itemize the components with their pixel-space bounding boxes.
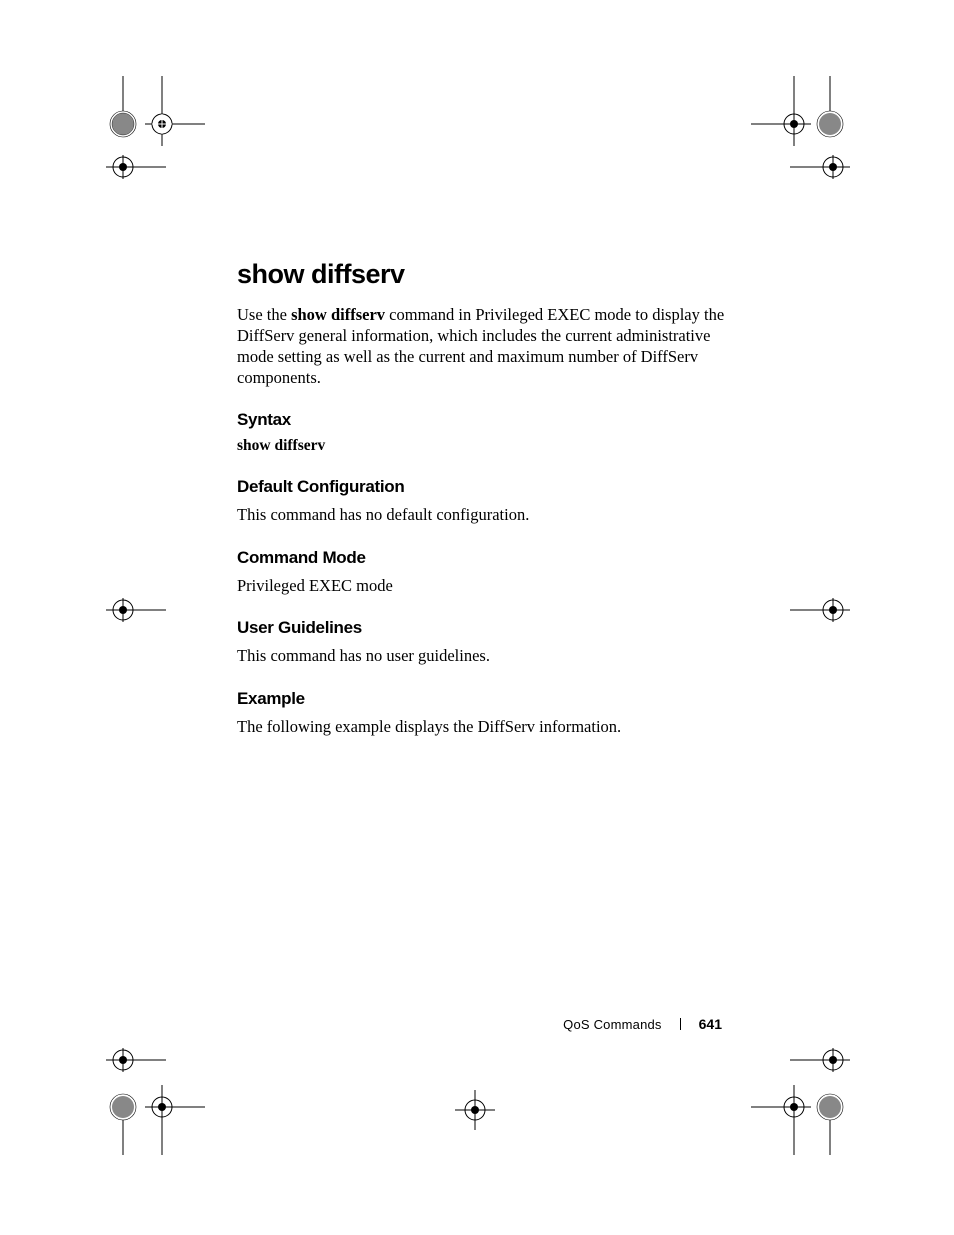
- example-section: Example The following example displays t…: [237, 689, 727, 737]
- default-config-text: This command has no default configuratio…: [237, 504, 727, 525]
- footer-divider: [680, 1018, 681, 1030]
- registration-mark-icon: [790, 590, 850, 630]
- command-mode-text: Privileged EXEC mode: [237, 575, 727, 596]
- default-config-heading: Default Configuration: [237, 477, 727, 497]
- registration-mark-icon: [106, 76, 140, 146]
- syntax-heading: Syntax: [237, 410, 727, 430]
- registration-mark-icon: [106, 147, 166, 187]
- registration-mark-icon: [790, 147, 850, 187]
- user-guidelines-section: User Guidelines This command has no user…: [237, 618, 727, 666]
- registration-mark-icon: [106, 1040, 166, 1080]
- registration-mark-icon: [106, 1085, 140, 1155]
- registration-mark-icon: [813, 76, 847, 146]
- page-content: show diffserv Use the show diffserv comm…: [237, 259, 727, 759]
- footer-section-label: QoS Commands: [563, 1017, 662, 1032]
- user-guidelines-text: This command has no user guidelines.: [237, 645, 727, 666]
- command-mode-heading: Command Mode: [237, 548, 727, 568]
- registration-mark-icon: [751, 1085, 811, 1155]
- registration-mark-icon: [813, 1085, 847, 1155]
- command-mode-section: Command Mode Privileged EXEC mode: [237, 548, 727, 596]
- registration-mark-icon: [145, 76, 205, 146]
- intro-command-bold: show diffserv: [291, 305, 385, 324]
- registration-mark-icon: [106, 590, 166, 630]
- example-text: The following example displays the DiffS…: [237, 716, 727, 737]
- intro-paragraph: Use the show diffserv command in Privile…: [237, 304, 727, 388]
- syntax-command: show diffserv: [237, 437, 727, 455]
- default-config-section: Default Configuration This command has n…: [237, 477, 727, 525]
- syntax-section: Syntax show diffserv: [237, 410, 727, 455]
- registration-mark-icon: [145, 1085, 205, 1155]
- user-guidelines-heading: User Guidelines: [237, 618, 727, 638]
- page-footer: QoS Commands 641: [563, 1016, 722, 1032]
- registration-mark-icon: [450, 1085, 500, 1135]
- example-heading: Example: [237, 689, 727, 709]
- command-heading: show diffserv: [237, 259, 727, 290]
- footer-page-number: 641: [699, 1016, 722, 1032]
- registration-mark-icon: [790, 1040, 850, 1080]
- intro-prefix: Use the: [237, 305, 291, 324]
- registration-mark-icon: [751, 76, 811, 146]
